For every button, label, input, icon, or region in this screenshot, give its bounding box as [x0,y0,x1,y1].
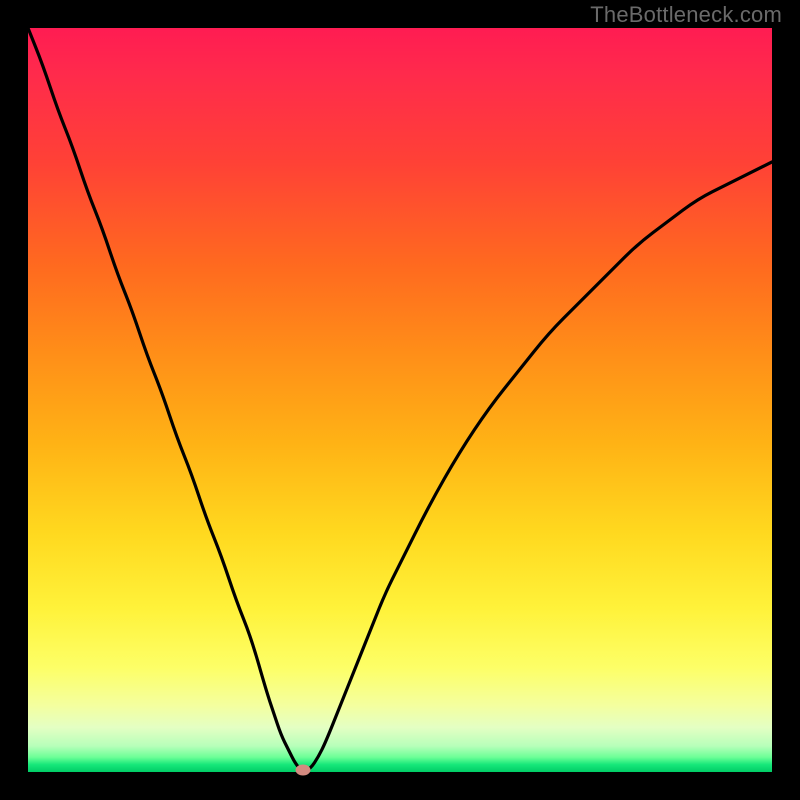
optimum-marker [296,765,311,776]
bottleneck-curve [28,28,772,772]
chart-frame: TheBottleneck.com [0,0,800,800]
curve-path [28,28,772,771]
watermark-text: TheBottleneck.com [590,2,782,28]
